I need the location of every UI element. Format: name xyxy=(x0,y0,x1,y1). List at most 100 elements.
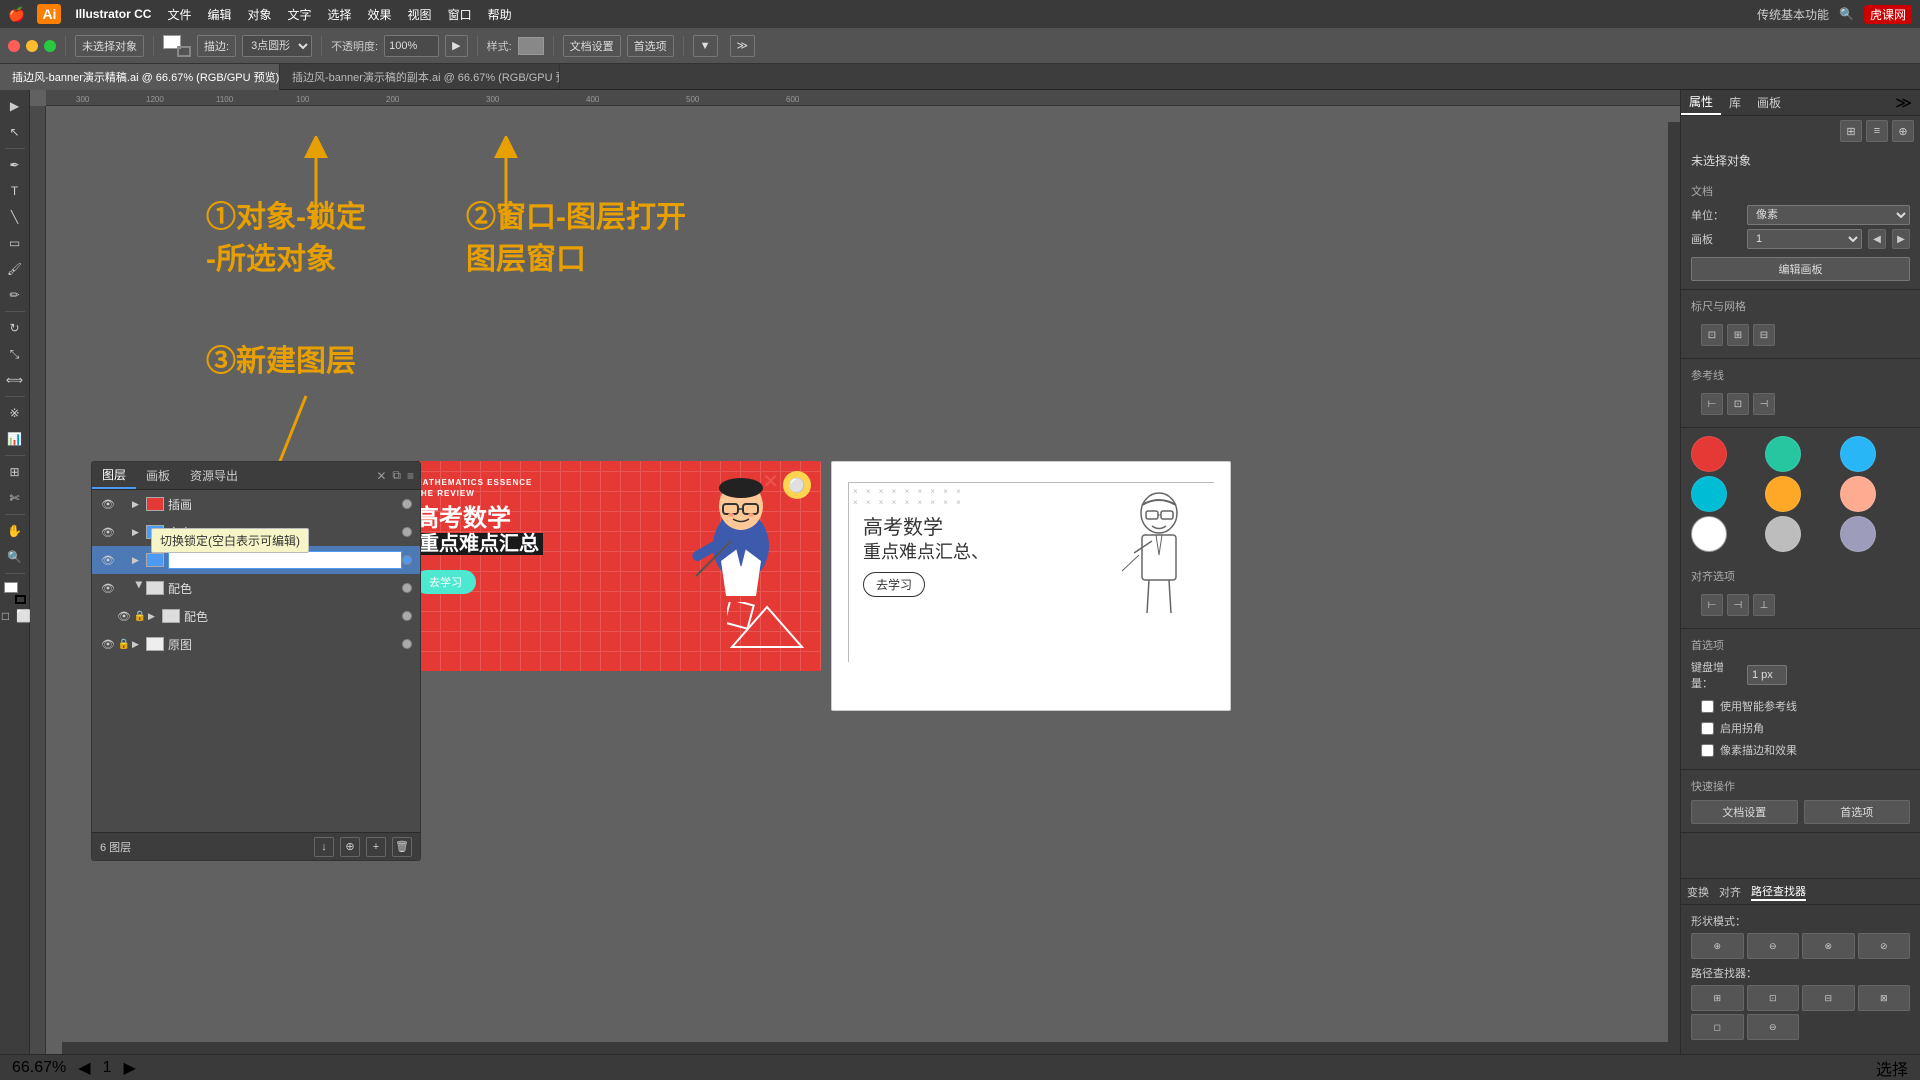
rp-keyboard-input[interactable] xyxy=(1747,665,1787,685)
align-right-icon[interactable]: ⊥ xyxy=(1753,594,1775,616)
layer-make-clip-btn[interactable]: ⊕ xyxy=(340,837,360,857)
layer-lock-3[interactable] xyxy=(116,580,132,596)
artboard-tool[interactable]: ⊞ xyxy=(3,460,27,484)
rotate-tool[interactable]: ↻ xyxy=(3,316,27,340)
round-corners-checkbox[interactable] xyxy=(1701,722,1714,735)
shape-intersect-btn[interactable]: ⊗ xyxy=(1802,933,1855,959)
rp-artboard-select[interactable]: 1 xyxy=(1747,229,1862,249)
rp-tab-properties[interactable]: 属性 xyxy=(1681,90,1721,115)
layer-arrow-3[interactable]: ▶ xyxy=(134,581,145,595)
snap-pixel-checkbox[interactable] xyxy=(1701,744,1714,757)
artboard-next-btn[interactable]: ▶ xyxy=(1892,229,1910,249)
artboard-prev-btn[interactable]: ◀ xyxy=(1868,229,1886,249)
canvas-scroll-x[interactable] xyxy=(62,1042,1680,1054)
smart-guides-checkbox[interactable] xyxy=(1701,700,1714,713)
width-tool[interactable]: ⟺ xyxy=(3,368,27,392)
scale-tool[interactable]: ⤡ xyxy=(3,342,27,366)
canvas-area[interactable]: 300 1200 1100 100 200 300 400 500 600 ①对… xyxy=(30,90,1680,1054)
opacity-expand[interactable]: ▶ xyxy=(445,35,467,57)
no-selection-btn[interactable]: 未选择对象 xyxy=(75,35,144,57)
swatch-cyan[interactable] xyxy=(1691,476,1727,512)
quick-doc-settings-btn[interactable]: 文档设置 xyxy=(1691,800,1798,824)
swatch-peach[interactable] xyxy=(1840,476,1876,512)
canvas-content[interactable]: ①对象-锁定 -所选对象 ②窗口-图层打开 图层窗口 xyxy=(46,106,1680,1054)
banner-cta-btn[interactable]: 去学习 xyxy=(415,570,476,594)
panel-close-btn[interactable]: ✕ xyxy=(376,469,386,483)
pencil-tool[interactable]: ✏ xyxy=(3,283,27,307)
pf-merge-btn[interactable]: ⊟ xyxy=(1802,985,1855,1011)
pf-divide-btn[interactable]: ⊞ xyxy=(1691,985,1744,1011)
shape-minus-btn[interactable]: ⊖ xyxy=(1747,933,1800,959)
select-tool[interactable]: ▶ xyxy=(3,94,27,118)
layer-lock-0[interactable] xyxy=(116,496,132,512)
guide-icon-3[interactable]: ⊣ xyxy=(1753,393,1775,415)
fill-stroke-widget[interactable] xyxy=(163,35,191,57)
pf-crop-btn[interactable]: ⊠ xyxy=(1858,985,1911,1011)
layer-item-0[interactable]: 👁 ▶ 插画 xyxy=(92,490,420,518)
swatch-white[interactable] xyxy=(1691,516,1727,552)
swatch-gray[interactable] xyxy=(1765,516,1801,552)
graph-tool[interactable]: 📊 xyxy=(3,427,27,451)
layer-arrow-4[interactable]: ▶ xyxy=(148,611,162,622)
rp-icon-pathfinder[interactable]: ⊕ xyxy=(1892,120,1914,142)
window-fullscreen[interactable] xyxy=(44,40,56,52)
pen-tool[interactable]: ✒ xyxy=(3,153,27,177)
shape-exclude-btn[interactable]: ⊘ xyxy=(1858,933,1911,959)
menu-effect[interactable]: 效果 xyxy=(360,6,400,23)
hand-tool[interactable]: ✋ xyxy=(3,519,27,543)
preferences-toolbar-btn[interactable]: 首选项 xyxy=(627,35,674,57)
bottom-tab-pathfinder[interactable]: 路径查找器 xyxy=(1751,883,1806,901)
rp-expand-btn[interactable]: ≫ xyxy=(1887,93,1920,113)
rect-tool[interactable]: ▭ xyxy=(3,231,27,255)
layer-arrow-5[interactable]: ▶ xyxy=(132,639,146,650)
layer-lock-4[interactable]: 🔒 xyxy=(132,608,148,624)
panel-expand-btn[interactable]: ⧉ xyxy=(392,468,401,483)
stroke-format-btn[interactable]: 描边: xyxy=(197,35,236,57)
doc-settings-toolbar-btn[interactable]: 文档设置 xyxy=(563,35,621,57)
pf-minus-btn[interactable]: ⊖ xyxy=(1747,1014,1800,1040)
window-close[interactable] xyxy=(8,40,20,52)
status-artboard-prev[interactable]: ◀ xyxy=(78,1058,90,1078)
layer-eye-1[interactable]: 👁 xyxy=(100,524,116,540)
layer-arrow-2[interactable]: ▶ xyxy=(132,555,146,566)
layer-delete-btn[interactable]: 🗑 xyxy=(392,837,412,857)
menu-edit[interactable]: 编辑 xyxy=(199,6,239,23)
rp-tab-artboards[interactable]: 画板 xyxy=(1749,90,1789,115)
style-swatch[interactable] xyxy=(518,37,544,55)
grid-icon-grid[interactable]: ⊞ xyxy=(1727,324,1749,346)
layer-move-down-btn[interactable]: ↓ xyxy=(314,837,334,857)
panel-tab-artboards[interactable]: 画板 xyxy=(136,462,180,489)
guide-icon-2[interactable]: ⊡ xyxy=(1727,393,1749,415)
rp-icon-align[interactable]: ≡ xyxy=(1866,120,1888,142)
layer-eye-2[interactable]: 👁 xyxy=(100,552,116,568)
canvas-scroll-y[interactable] xyxy=(1668,122,1680,1042)
menu-illustrator-cc[interactable]: Illustrator CC xyxy=(67,7,159,21)
menu-text[interactable]: 文字 xyxy=(280,6,320,23)
swatch-lavender[interactable] xyxy=(1840,516,1876,552)
direct-select-tool[interactable]: ↖ xyxy=(3,120,27,144)
layer-eye-0[interactable]: 👁 xyxy=(100,496,116,512)
status-artboard-next[interactable]: ▶ xyxy=(123,1058,135,1078)
tab-1[interactable]: 插边风-banner演示精稿.ai @ 66.67% (RGB/GPU 预览) … xyxy=(0,64,280,90)
panel-tab-assets[interactable]: 资源导出 xyxy=(180,462,248,489)
slice-tool[interactable]: ✄ xyxy=(3,486,27,510)
panel-tab-layers[interactable]: 图层 xyxy=(92,462,136,489)
line-tool[interactable]: ╲ xyxy=(3,205,27,229)
align-left-icon[interactable]: ⊢ xyxy=(1701,594,1723,616)
layer-arrow-1[interactable]: ▶ xyxy=(132,527,146,538)
menu-window[interactable]: 窗口 xyxy=(440,6,480,23)
type-tool[interactable]: T xyxy=(3,179,27,203)
guide-icon-1[interactable]: ⊢ xyxy=(1701,393,1723,415)
grid-icon-ruler[interactable]: ⊡ xyxy=(1701,324,1723,346)
layer-lock-5[interactable]: 🔒 xyxy=(116,636,132,652)
bottom-tab-transform[interactable]: 变换 xyxy=(1687,884,1709,900)
panel-menu-btn[interactable]: ≡ xyxy=(407,469,414,483)
layer-add-btn[interactable]: + xyxy=(366,837,386,857)
brush-tool[interactable]: 🖌 xyxy=(3,257,27,281)
opacity-input[interactable] xyxy=(384,35,439,57)
layer-item-3[interactable]: 👁 ▶ 配色 xyxy=(92,574,420,602)
layer-eye-5[interactable]: 👁 xyxy=(100,636,116,652)
shape-unite-btn[interactable]: ⊕ xyxy=(1691,933,1744,959)
fill-color-mode[interactable]: □ xyxy=(0,608,14,624)
swatch-teal[interactable] xyxy=(1765,436,1801,472)
